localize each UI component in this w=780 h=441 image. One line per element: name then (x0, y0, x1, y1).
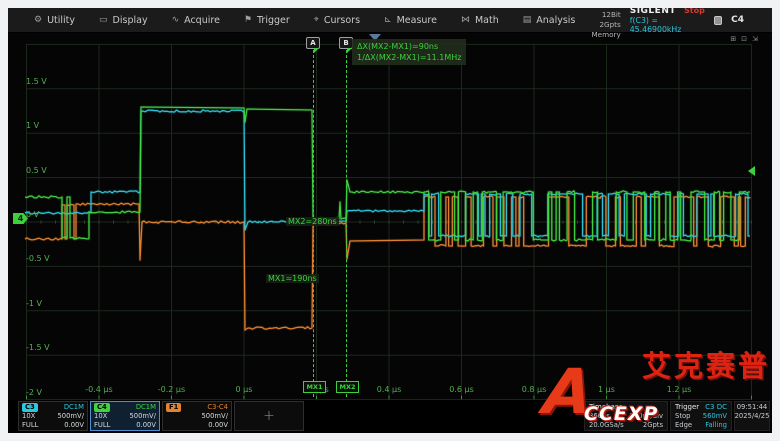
x-axis-label: -0.2 µs (150, 385, 194, 394)
f1-offset: 0.00V (208, 421, 228, 430)
x-axis-label: 0.4 µs (367, 385, 411, 394)
c3-bandwidth: FULL (22, 421, 38, 430)
trigger-mode: Stop (675, 412, 690, 421)
c3-scale: 500mV/ (57, 412, 84, 421)
y-axis-label: -1.5 V (26, 343, 50, 352)
mx2-position-label: MX2=280ns (286, 217, 339, 226)
trigger-panel[interactable]: Trigger C3 DC Stop 560mV Edge Falling (670, 401, 732, 431)
x-axis-label: 0.8 µs (512, 385, 556, 394)
trigger-source: C3 DC (705, 403, 727, 412)
mx1-position-label: MX1=190ns (266, 274, 319, 283)
channel-descriptor-c4[interactable]: C4 DC1M 10X 500mV/ FULL 0.00V (90, 401, 160, 431)
y-axis-label: -0.5 V (26, 254, 50, 263)
x-axis-label: 1 µs (585, 385, 629, 394)
trigger-level-icon[interactable] (748, 166, 755, 176)
timebase-sample-rate: 20.0GSa/s (589, 421, 624, 430)
zoom-window-icon[interactable]: ⊡ (741, 35, 747, 43)
trigger-slope: Falling (705, 421, 727, 430)
timebase-delay: 360ns (589, 412, 610, 421)
y-axis-label: 1 V (26, 121, 39, 130)
x-axis-label: 0 µs (222, 385, 266, 394)
f1-source: C3-C4 (207, 403, 228, 412)
plus-icon: + (238, 403, 300, 429)
resize-icon[interactable]: ⇲ (752, 35, 758, 43)
function-descriptor-f1[interactable]: F1 C3-C4 500mV/ 0.00V (162, 401, 232, 431)
c4-probe: 10X (94, 412, 107, 421)
c4-scale: 500mV/ (129, 412, 156, 421)
y-axis-label: -2 V (26, 388, 42, 397)
c4-offset: 0.00V (136, 421, 156, 430)
f1-scale: 500mV/ (201, 412, 228, 421)
mx2-tag[interactable]: MX2 (336, 381, 359, 393)
timebase-panel[interactable]: Timebase 360ns 200ns/div 20.0GSa/s 2Gpts (584, 401, 668, 431)
waveform-display[interactable] (8, 32, 772, 400)
cursor-readout: ΔX(MX2-MX1)=90ns 1/ΔX(MX2-MX1)=11.1MHz (352, 39, 466, 65)
timebase-title: Timebase (589, 403, 623, 412)
timebase-scale: 200ns/div (630, 412, 663, 421)
readout-delta-x: ΔX(MX2-MX1)=90ns (357, 41, 461, 52)
trigger-level: 560mV (703, 412, 727, 421)
channel-descriptor-c3[interactable]: C3 DC1M 10X 500mV/ FULL 0.00V (18, 401, 88, 431)
y-axis-label: 1.5 V (26, 77, 47, 86)
waveform-svg (8, 8, 772, 433)
plot-tool-icons: ⊞ ⊡ ⇲ (730, 35, 758, 43)
y-axis-label: -1 V (26, 299, 42, 308)
grid-icon[interactable]: ⊞ (730, 35, 736, 43)
clock-panel: 09:51:44 2025/4/25 (734, 401, 770, 431)
y-axis-label: 0 V (26, 210, 39, 219)
oscilloscope-screen: ⚙Utility▭Display∿Acquire⚑Trigger⌖Cursors… (8, 8, 772, 433)
c3-probe: 10X (22, 412, 35, 421)
function-tag-f1: F1 (166, 403, 181, 412)
clock-date: 2025/4/25 (739, 412, 765, 421)
c3-coupling: DC1M (64, 403, 84, 412)
descriptor-bar: C3 DC1M 10X 500mV/ FULL 0.00V C4 DC1M (8, 400, 772, 433)
x-axis-label: 1.2 µs (657, 385, 701, 394)
mx1-tag[interactable]: MX1 (303, 381, 326, 393)
cursor-a-flag-icon (314, 48, 319, 53)
cursor-line-mx2[interactable] (346, 50, 347, 397)
channel-tag-c3: C3 (22, 403, 38, 412)
x-axis-label: 0.6 µs (440, 385, 484, 394)
channel-tag-c4: C4 (94, 403, 110, 412)
add-channel-button[interactable]: + (234, 401, 304, 431)
screenshot-frame: ⚙Utility▭Display∿Acquire⚑Trigger⌖Cursors… (0, 0, 780, 441)
c4-bandwidth: FULL (94, 421, 110, 430)
c4-coupling: DC1M (136, 403, 156, 412)
readout-inv-delta-x: 1/ΔX(MX2-MX1)=11.1MHz (357, 52, 461, 63)
trigger-title: Trigger (675, 403, 699, 412)
c3-offset: 0.00V (64, 421, 84, 430)
trigger-type: Edge (675, 421, 692, 430)
x-axis-label: -0.4 µs (77, 385, 121, 394)
timebase-memory: 2Gpts (643, 421, 663, 430)
y-axis-label: 0.5 V (26, 166, 47, 175)
clock-time: 09:51:44 (739, 403, 765, 412)
